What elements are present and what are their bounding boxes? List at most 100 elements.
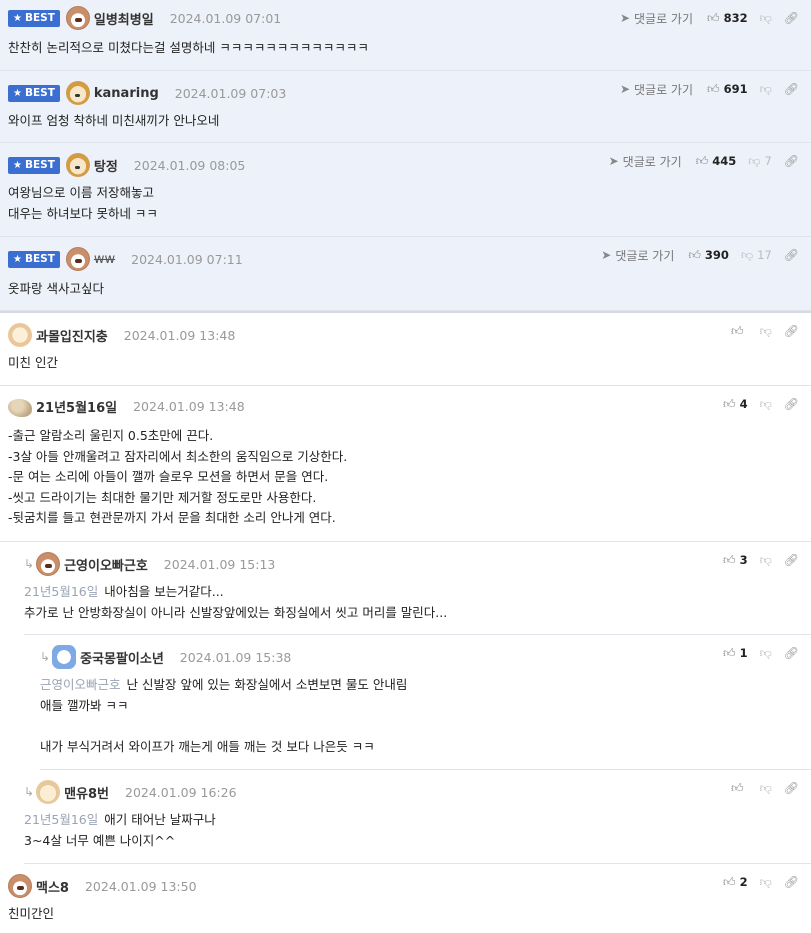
nickname[interactable]: kanaring: [94, 86, 159, 101]
share-link-icon[interactable]: 🔗︎: [784, 248, 799, 262]
like-count: 4: [739, 397, 748, 411]
avatar[interactable]: [65, 6, 90, 30]
comment-text: 여왕님으로 이름 저장해놓고 대우는 하녀보다 못하네 ㅋㅋ: [8, 185, 158, 221]
timestamp: 2024.01.09 08:05: [133, 157, 246, 173]
timestamp: 2024.01.09 07:03: [174, 85, 287, 101]
dislike-button[interactable]: 👎︎: [760, 646, 772, 661]
mention-link[interactable]: 21년5월16일: [24, 584, 98, 599]
nickname[interactable]: ww: [94, 252, 115, 267]
nickname[interactable]: 맥스8: [36, 877, 69, 896]
like-button[interactable]: 👍︎: [731, 324, 748, 339]
like-button[interactable]: 👍︎ 445: [696, 154, 737, 169]
like-count: 1: [739, 646, 748, 660]
dislike-button[interactable]: 👎︎: [760, 324, 772, 339]
like-button[interactable]: 👍︎ 2: [723, 875, 748, 890]
avatar[interactable]: [52, 645, 77, 669]
thumbs-down-icon: 👎︎: [759, 780, 772, 795]
best-comment: ★ BEST kanaring 2024.01.09 07:03 ➤ 댓글로 가기 …: [0, 71, 811, 143]
timestamp: 2024.01.09 15:38: [179, 649, 292, 665]
dislike-button[interactable]: 👎︎ 17: [741, 248, 772, 263]
comment-text: 근영이오빠근호 난 신발장 앞에 있는 화장실에서 소변보면 물도 안내림 애들 …: [40, 677, 408, 754]
star-icon: ★: [13, 253, 22, 265]
share-link-icon[interactable]: 🔗︎: [784, 875, 799, 889]
share-link-icon[interactable]: 🔗︎: [784, 11, 799, 25]
send-icon: ➤: [601, 248, 612, 262]
nickname[interactable]: 중국몽팔이소년: [80, 648, 164, 667]
like-button[interactable]: 👍︎ 691: [707, 82, 748, 97]
avatar[interactable]: [36, 552, 61, 576]
share-link-icon[interactable]: 🔗︎: [784, 154, 799, 168]
like-button[interactable]: 👍︎ 390: [688, 248, 729, 263]
best-comment: ★ BEST ww 2024.01.09 07:11 ➤ 댓글로 가기 👍︎ 390 …: [0, 237, 811, 311]
dislike-button[interactable]: 👎︎: [760, 11, 772, 26]
timestamp: 2024.01.09 07:11: [131, 251, 243, 267]
dislike-button[interactable]: 👎︎: [760, 397, 772, 412]
nickname[interactable]: 일병최병일: [94, 9, 154, 28]
avatar[interactable]: [65, 153, 90, 177]
nickname[interactable]: 과몰입진지충: [36, 326, 108, 345]
like-button[interactable]: 👍︎ 1: [723, 646, 748, 661]
send-icon: ➤: [619, 82, 630, 96]
like-button[interactable]: 👍︎ 3: [723, 553, 748, 568]
avatar[interactable]: [8, 323, 32, 347]
thumbs-up-icon: 👍︎: [723, 874, 736, 889]
reply-comment: ↳ 맨유8번 2024.01.09 16:26 👍︎ 👎︎ 🔗︎ 21년5월16…: [24, 770, 811, 864]
share-link-icon[interactable]: 🔗︎: [784, 82, 799, 96]
thumbs-down-icon: 👎︎: [759, 396, 772, 411]
avatar[interactable]: [65, 81, 90, 105]
share-link-icon[interactable]: 🔗︎: [784, 397, 799, 411]
avatar[interactable]: [65, 247, 90, 271]
avatar[interactable]: [36, 780, 61, 804]
nickname[interactable]: 탕정: [94, 156, 118, 175]
like-button[interactable]: 👍︎: [731, 781, 748, 796]
share-link-icon[interactable]: 🔗︎: [784, 553, 799, 567]
nickname[interactable]: 21년5월16일: [36, 397, 117, 416]
dislike-button[interactable]: 👎︎: [760, 781, 772, 796]
dislike-button[interactable]: 👎︎: [760, 875, 772, 890]
thumbs-up-icon: 👍︎: [723, 552, 736, 567]
thumbs-up-icon: 👍︎: [707, 81, 720, 96]
thumbs-down-icon: 👎︎: [759, 323, 772, 338]
goto-comment-link[interactable]: ➤ 댓글로 가기: [620, 10, 693, 27]
like-button[interactable]: 👍︎ 832: [707, 11, 748, 26]
like-count: 2: [739, 875, 748, 889]
dislike-count: 17: [757, 248, 772, 262]
timestamp: 2024.01.09 16:26: [125, 784, 237, 800]
mention-link[interactable]: 근영이오빠근호: [40, 677, 121, 692]
reply-comment: ↳ 근영이오빠근호 2024.01.09 15:13 👍︎ 3 👎︎ 🔗︎ 21년…: [24, 542, 811, 635]
share-link-icon[interactable]: 🔗︎: [784, 324, 799, 338]
dislike-button[interactable]: 👎︎: [760, 82, 772, 97]
goto-comment-link[interactable]: ➤ 댓글로 가기: [609, 153, 682, 170]
thumbs-up-icon: 👍︎: [688, 247, 701, 262]
thumbs-up-icon: 👍︎: [695, 153, 709, 168]
dislike-button[interactable]: 👎︎: [760, 553, 772, 568]
like-button[interactable]: 👍︎ 4: [723, 397, 748, 412]
share-link-icon[interactable]: 🔗︎: [784, 781, 799, 795]
nickname[interactable]: 맨유8번: [64, 783, 109, 802]
avatar[interactable]: [8, 399, 32, 417]
goto-comment-link[interactable]: ➤ 댓글로 가기: [620, 81, 693, 98]
comment: 맥스8 2024.01.09 13:50 👍︎ 2 👎︎ 🔗︎ 친미간인: [0, 864, 811, 932]
timestamp: 2024.01.09 13:48: [123, 327, 236, 343]
comment-text: 21년5월16일 애기 태어난 날짜구나 3~4살 너무 예쁜 나이지^^: [24, 812, 216, 848]
thumbs-up-icon: 👍︎: [731, 323, 744, 338]
timestamp: 2024.01.09 13:50: [84, 878, 197, 894]
like-count: 832: [723, 11, 748, 25]
goto-comment-link[interactable]: ➤ 댓글로 가기: [601, 247, 674, 264]
avatar[interactable]: [8, 874, 32, 898]
like-count: 390: [704, 248, 729, 262]
comment-text: 옷파랑 색사고싶다: [8, 281, 104, 296]
comment-text: 친미간인: [8, 906, 55, 921]
best-comment: ★ BEST 일병최병일 2024.01.09 07:01 ➤ 댓글로 가기 👍︎ 8…: [0, 0, 811, 71]
thumbs-up-icon: 👍︎: [723, 645, 736, 660]
thumbs-up-icon: 👍︎: [707, 10, 720, 25]
best-badge: ★ BEST: [8, 84, 60, 102]
mention-link[interactable]: 21년5월16일: [24, 812, 98, 827]
comment-text: 찬찬히 논리적으로 미쳤다는걸 설명하네 ㅋㅋㅋㅋㅋㅋㅋㅋㅋㅋㅋㅋㅋ: [8, 40, 369, 55]
share-link-icon[interactable]: 🔗︎: [784, 646, 799, 660]
dislike-button[interactable]: 👎︎ 7: [748, 154, 772, 169]
reply-arrow-icon: ↳: [40, 650, 51, 664]
nickname[interactable]: 근영이오빠근호: [64, 555, 148, 574]
reply-arrow-icon: ↳: [24, 557, 35, 571]
like-count: 445: [712, 154, 737, 168]
